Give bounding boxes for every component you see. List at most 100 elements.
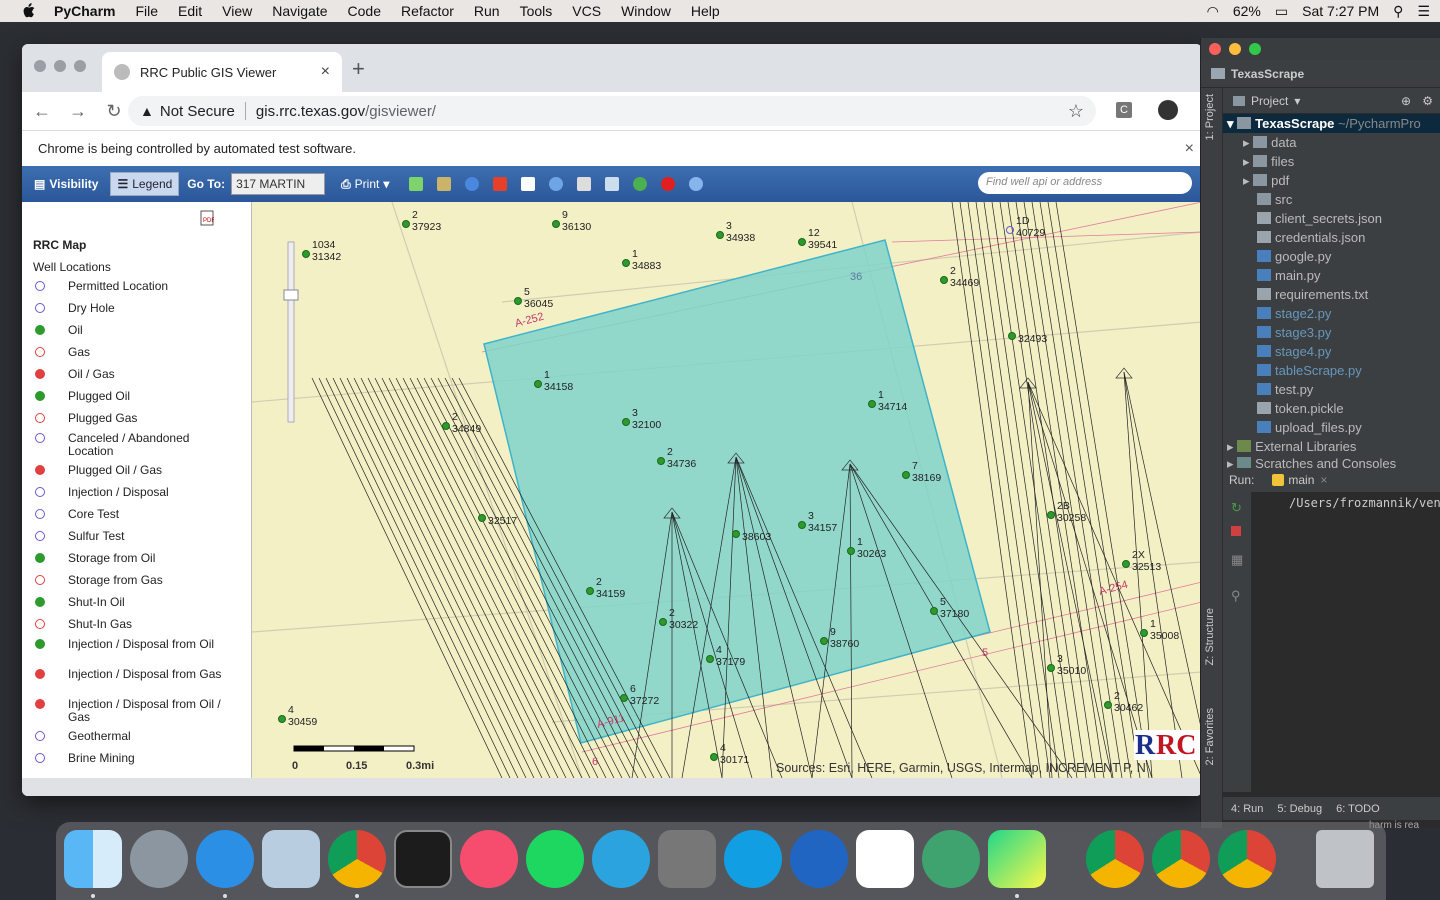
pdf-icon[interactable]: PDF [200, 210, 214, 226]
terminal-icon[interactable] [394, 830, 452, 888]
browser-tab[interactable]: RRC Public GIS Viewer × [102, 52, 342, 92]
print-button[interactable]: ⎙ Print ▾ [335, 173, 395, 196]
locate-icon[interactable]: ⊕ [1401, 94, 1411, 108]
structure-tool-tab[interactable]: Z: Structure [1204, 608, 1216, 665]
music-icon[interactable] [460, 830, 518, 888]
expand-arrow-icon[interactable]: ▾ [1227, 116, 1234, 131]
layout-icon[interactable]: ▦ [1231, 552, 1243, 568]
measure-icon[interactable] [437, 177, 452, 191]
pycharm-close-button[interactable] [1209, 43, 1221, 55]
flag-icon[interactable] [493, 177, 508, 191]
settings-gear-icon[interactable]: ⚙ [1422, 94, 1433, 108]
goto-input[interactable]: 317 MARTIN [231, 173, 326, 195]
chrome-icon-3[interactable] [1152, 830, 1210, 888]
pycharm-zoom-button[interactable] [1249, 43, 1261, 55]
expand-arrow-icon[interactable]: ▸ [1243, 135, 1250, 150]
basemap-gallery-icon[interactable] [409, 177, 424, 191]
chrome-icon[interactable] [328, 830, 386, 888]
well-marker[interactable] [478, 514, 486, 522]
well-marker[interactable] [622, 259, 630, 267]
well-marker[interactable] [402, 220, 410, 228]
identify-icon[interactable] [465, 177, 480, 191]
well-marker[interactable] [930, 607, 938, 615]
globe-icon[interactable] [633, 177, 648, 191]
menu-app-name[interactable]: PyCharm [54, 3, 115, 19]
expand-arrow-icon[interactable]: ▸ [1243, 173, 1250, 188]
project-tree-item[interactable]: client_secrets.json [1223, 209, 1440, 228]
well-marker[interactable] [586, 587, 594, 595]
well-marker[interactable] [710, 753, 718, 761]
todo-tool-tab[interactable]: 6: TODO [1336, 803, 1380, 815]
well-marker[interactable] [798, 238, 806, 246]
well-marker[interactable] [278, 715, 286, 723]
favorites-tool-tab[interactable]: 2: Favorites [1204, 708, 1216, 765]
preview-icon[interactable] [262, 830, 320, 888]
well-marker[interactable] [940, 276, 948, 284]
run-tab-close-icon[interactable]: × [1320, 473, 1327, 487]
menu-help[interactable]: Help [691, 3, 720, 19]
debug-tool-tab[interactable]: 5: Debug [1277, 803, 1322, 815]
spotlight-icon[interactable]: ⚲ [1393, 3, 1403, 20]
address-bar[interactable]: ▲ Not Secure gis.rrc.texas.gov/gisviewer… [128, 96, 1096, 126]
project-tree-item[interactable]: stage4.py [1223, 342, 1440, 361]
pin-icon[interactable]: ⚲ [1231, 588, 1241, 604]
menu-refactor[interactable]: Refactor [401, 3, 454, 19]
well-marker[interactable] [659, 618, 667, 626]
project-tree-item[interactable]: stage2.py [1223, 304, 1440, 323]
chrome-icon-4[interactable] [1218, 830, 1276, 888]
well-marker[interactable] [1104, 701, 1112, 709]
profile-avatar-icon[interactable] [1158, 100, 1178, 120]
project-view-label[interactable]: Project [1251, 94, 1288, 108]
project-tree-item[interactable]: main.py [1223, 266, 1440, 285]
project-tree-item[interactable]: ▸ pdf [1223, 171, 1440, 190]
run-tab-main[interactable]: main [1288, 473, 1314, 487]
zoom-slider-track[interactable] [287, 241, 295, 423]
safari-icon[interactable] [196, 830, 254, 888]
slack-icon[interactable] [856, 830, 914, 888]
well-marker[interactable] [1047, 511, 1055, 519]
project-root-node[interactable]: ▾ TexasScrape ~/PycharmPro [1223, 114, 1440, 133]
pycharm-icon[interactable] [988, 830, 1046, 888]
well-marker[interactable] [820, 637, 828, 645]
locate-icon[interactable] [605, 177, 620, 191]
well-marker[interactable] [302, 250, 310, 258]
well-marker[interactable] [514, 297, 522, 305]
tab-close-icon[interactable]: × [321, 63, 330, 81]
notification-center-icon[interactable]: ☰ [1417, 3, 1430, 20]
visibility-button[interactable]: ▤ Visibility [28, 173, 104, 195]
project-tree-item[interactable]: test.py [1223, 380, 1440, 399]
extension-c-icon[interactable]: C [1116, 102, 1132, 118]
bookmark-star-icon[interactable]: ☆ [1068, 101, 1084, 122]
project-tree-item[interactable]: credentials.json [1223, 228, 1440, 247]
chevron-down-icon[interactable]: ▾ [1294, 94, 1300, 108]
new-tab-button[interactable]: + [352, 56, 365, 82]
legend-button[interactable]: ☰ Legend [110, 172, 180, 196]
menu-file[interactable]: File [135, 3, 158, 19]
reload-icon[interactable]: ↻ [98, 101, 130, 122]
finder-icon[interactable] [64, 830, 122, 888]
project-tree-item[interactable]: src [1223, 190, 1440, 209]
system-preferences-icon[interactable] [658, 830, 716, 888]
crosshair-icon[interactable] [521, 177, 536, 191]
run-tool-tab[interactable]: 4: Run [1231, 803, 1263, 815]
help-icon[interactable] [689, 177, 704, 191]
menu-code[interactable]: Code [348, 3, 381, 19]
well-marker[interactable] [1140, 629, 1148, 637]
map-canvas[interactable]: 237923936130 334938 12395411D40729134883 23… [252, 202, 1202, 778]
window-close-button[interactable] [34, 60, 46, 72]
project-tree-item[interactable]: token.pickle [1223, 399, 1440, 418]
well-marker[interactable] [847, 547, 855, 555]
atom-icon[interactable] [922, 830, 980, 888]
full-extent-icon[interactable] [577, 177, 592, 191]
well-marker[interactable] [442, 422, 450, 430]
project-tree-item[interactable]: tableScrape.py [1223, 361, 1440, 380]
menu-window[interactable]: Window [621, 3, 671, 19]
well-marker[interactable] [1008, 332, 1016, 340]
project-tree-item[interactable]: google.py [1223, 247, 1440, 266]
warning-icon[interactable]: ▲ [140, 103, 154, 119]
window-minimize-button[interactable] [54, 60, 66, 72]
telegram-icon[interactable] [592, 830, 650, 888]
project-tree-item[interactable]: requirements.txt [1223, 285, 1440, 304]
well-marker[interactable] [732, 530, 740, 538]
well-marker[interactable] [1047, 664, 1055, 672]
